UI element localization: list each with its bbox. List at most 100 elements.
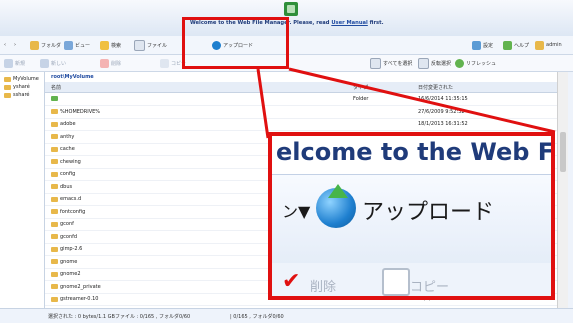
select-all-button[interactable]: すべてを選択 [370,57,412,69]
zoom-copy-icon [382,268,410,296]
folder-icon [4,92,11,98]
search-icon [100,40,109,50]
invert-selection-button[interactable]: 反転選択 [418,57,451,69]
zoom-callout: elcome to the Web File ン▼ アップロード ✔ 削除 コピ… [268,132,555,300]
folder-icon [51,109,58,114]
folder-icon [4,76,11,82]
folder-icon [51,221,58,227]
file-name-cell: config [51,171,75,177]
folder-icon [4,84,11,90]
new-file-icon [40,58,49,68]
folder-icon [51,271,58,277]
folder-tree: MyVolume ysharé ssharé [0,72,45,308]
parent-folder-icon [51,96,58,101]
forward-button[interactable]: › [14,39,16,51]
view-icon [64,40,73,50]
new-folder-icon [4,58,13,68]
new-file-button[interactable]: 新しい [40,57,66,69]
file-name: emacs.d [60,196,82,202]
tree-item-myvolume[interactable]: MyVolume [4,76,39,82]
delete-icon [100,58,109,68]
file-name-cell: cache [51,146,75,152]
folder-icon [51,159,58,164]
zoom-welcome-text: elcome to the Web File [276,138,555,166]
file-date-cell: 18/1/2013 16:31:52 [418,121,468,127]
file-name-cell: gnome2 [51,271,81,277]
file-name-cell: gstreamer-0.10 [51,296,98,302]
welcome-suffix: first. [367,20,384,26]
settings-icon [472,40,481,50]
app-logo-icon [284,2,298,16]
file-name: %HOMEDRIVE% [60,108,101,115]
folder-icon [51,259,58,264]
status-bar: 選択された : 0 bytes/1.1 GBファイル : 0/165 , フォル… [0,308,573,323]
table-row[interactable]: %HOMEDRIVE% 27/6/2009 9:52:32 [45,106,557,119]
user-manual-link[interactable]: User Manual [331,20,368,26]
file-name: anthy [60,133,75,140]
file-name-cell: fontconfig [51,209,85,215]
forward-arrow-icon: › [14,42,16,48]
column-header-date[interactable]: 日付変更された [418,84,453,91]
folder-menu-button[interactable]: フォルダ [30,39,61,51]
folder-icon [51,134,58,139]
file-icon [134,39,145,51]
zoom-upload-label: アップロード [362,200,495,225]
folder-icon [30,40,39,50]
back-arrow-icon: ‹ [4,42,6,48]
file-name: gconfd [60,233,78,240]
file-name-cell [51,96,60,101]
vertical-scrollbar[interactable] [557,72,568,308]
folder-icon [51,209,58,214]
folder-icon [51,196,58,202]
tree-item-sshare[interactable]: ssharé [4,92,29,98]
zoom-upload-globe-icon [316,184,356,228]
search-button[interactable]: 検索 [100,39,121,51]
status-selected: 選択された : 0 bytes/1.1 GBファイル : 0/165 , フォル… [48,314,191,320]
file-name-cell: emacs.d [51,196,81,202]
file-name-cell: adobe [51,121,76,127]
file-name-cell: gnome [51,259,77,265]
file-name: gimp-2.6 [60,246,83,252]
admin-button[interactable]: admin [535,39,562,51]
select-all-icon [370,57,381,69]
column-header-type[interactable]: タイプ [353,84,368,91]
user-icon [535,40,544,50]
file-name: cache [60,146,75,152]
file-name-cell: anthy [51,134,74,140]
settings-button[interactable]: 設定 [472,39,493,51]
help-icon [503,40,512,50]
file-name: adobe [60,121,76,127]
file-menu-button[interactable]: ファイル [134,39,167,51]
file-name-cell: gconf [51,221,74,227]
file-name-cell: chewing [51,159,81,165]
zoom-copy-label: コピー [410,280,450,295]
status-summary: | 0/165 , フォルダ0/60 [230,314,284,320]
highlight-box-upload [182,17,289,69]
tree-item-yshare[interactable]: ysharé [4,84,30,90]
column-header-name[interactable]: 名前 [51,84,61,91]
new-folder-button[interactable]: 新規 [4,57,25,69]
table-row[interactable]: Folder 16/6/2014 11:35:15 [45,93,557,106]
view-menu-button[interactable]: ビュー [64,39,90,51]
file-name: dbus [60,183,73,190]
table-row[interactable]: adobe 18/1/2013 16:31:52 [45,118,557,131]
file-list-header: 名前 タイプ 日付変更された [45,82,557,93]
file-date-cell: 27/6/2009 9:52:32 [418,108,465,115]
copy-icon [160,58,169,68]
delete-button[interactable]: 削除 [100,57,121,69]
file-name: gnome2_private [60,283,101,290]
file-name: config [60,171,76,177]
help-button[interactable]: ヘルプ [503,39,529,51]
back-button[interactable]: ‹ [4,39,6,51]
scrollbar-thumb[interactable] [560,132,566,172]
file-name: gconf [60,221,74,227]
file-name-cell: gconfd [51,234,77,240]
folder-icon [51,234,58,239]
refresh-button[interactable]: リフレッシュ [455,57,496,69]
folder-icon [51,146,58,152]
file-name-cell: gimp-2.6 [51,246,82,252]
invert-selection-icon [418,57,429,69]
folder-icon [51,296,58,302]
zoom-menu-caret: ン▼ [282,202,311,221]
folder-icon [51,171,58,177]
